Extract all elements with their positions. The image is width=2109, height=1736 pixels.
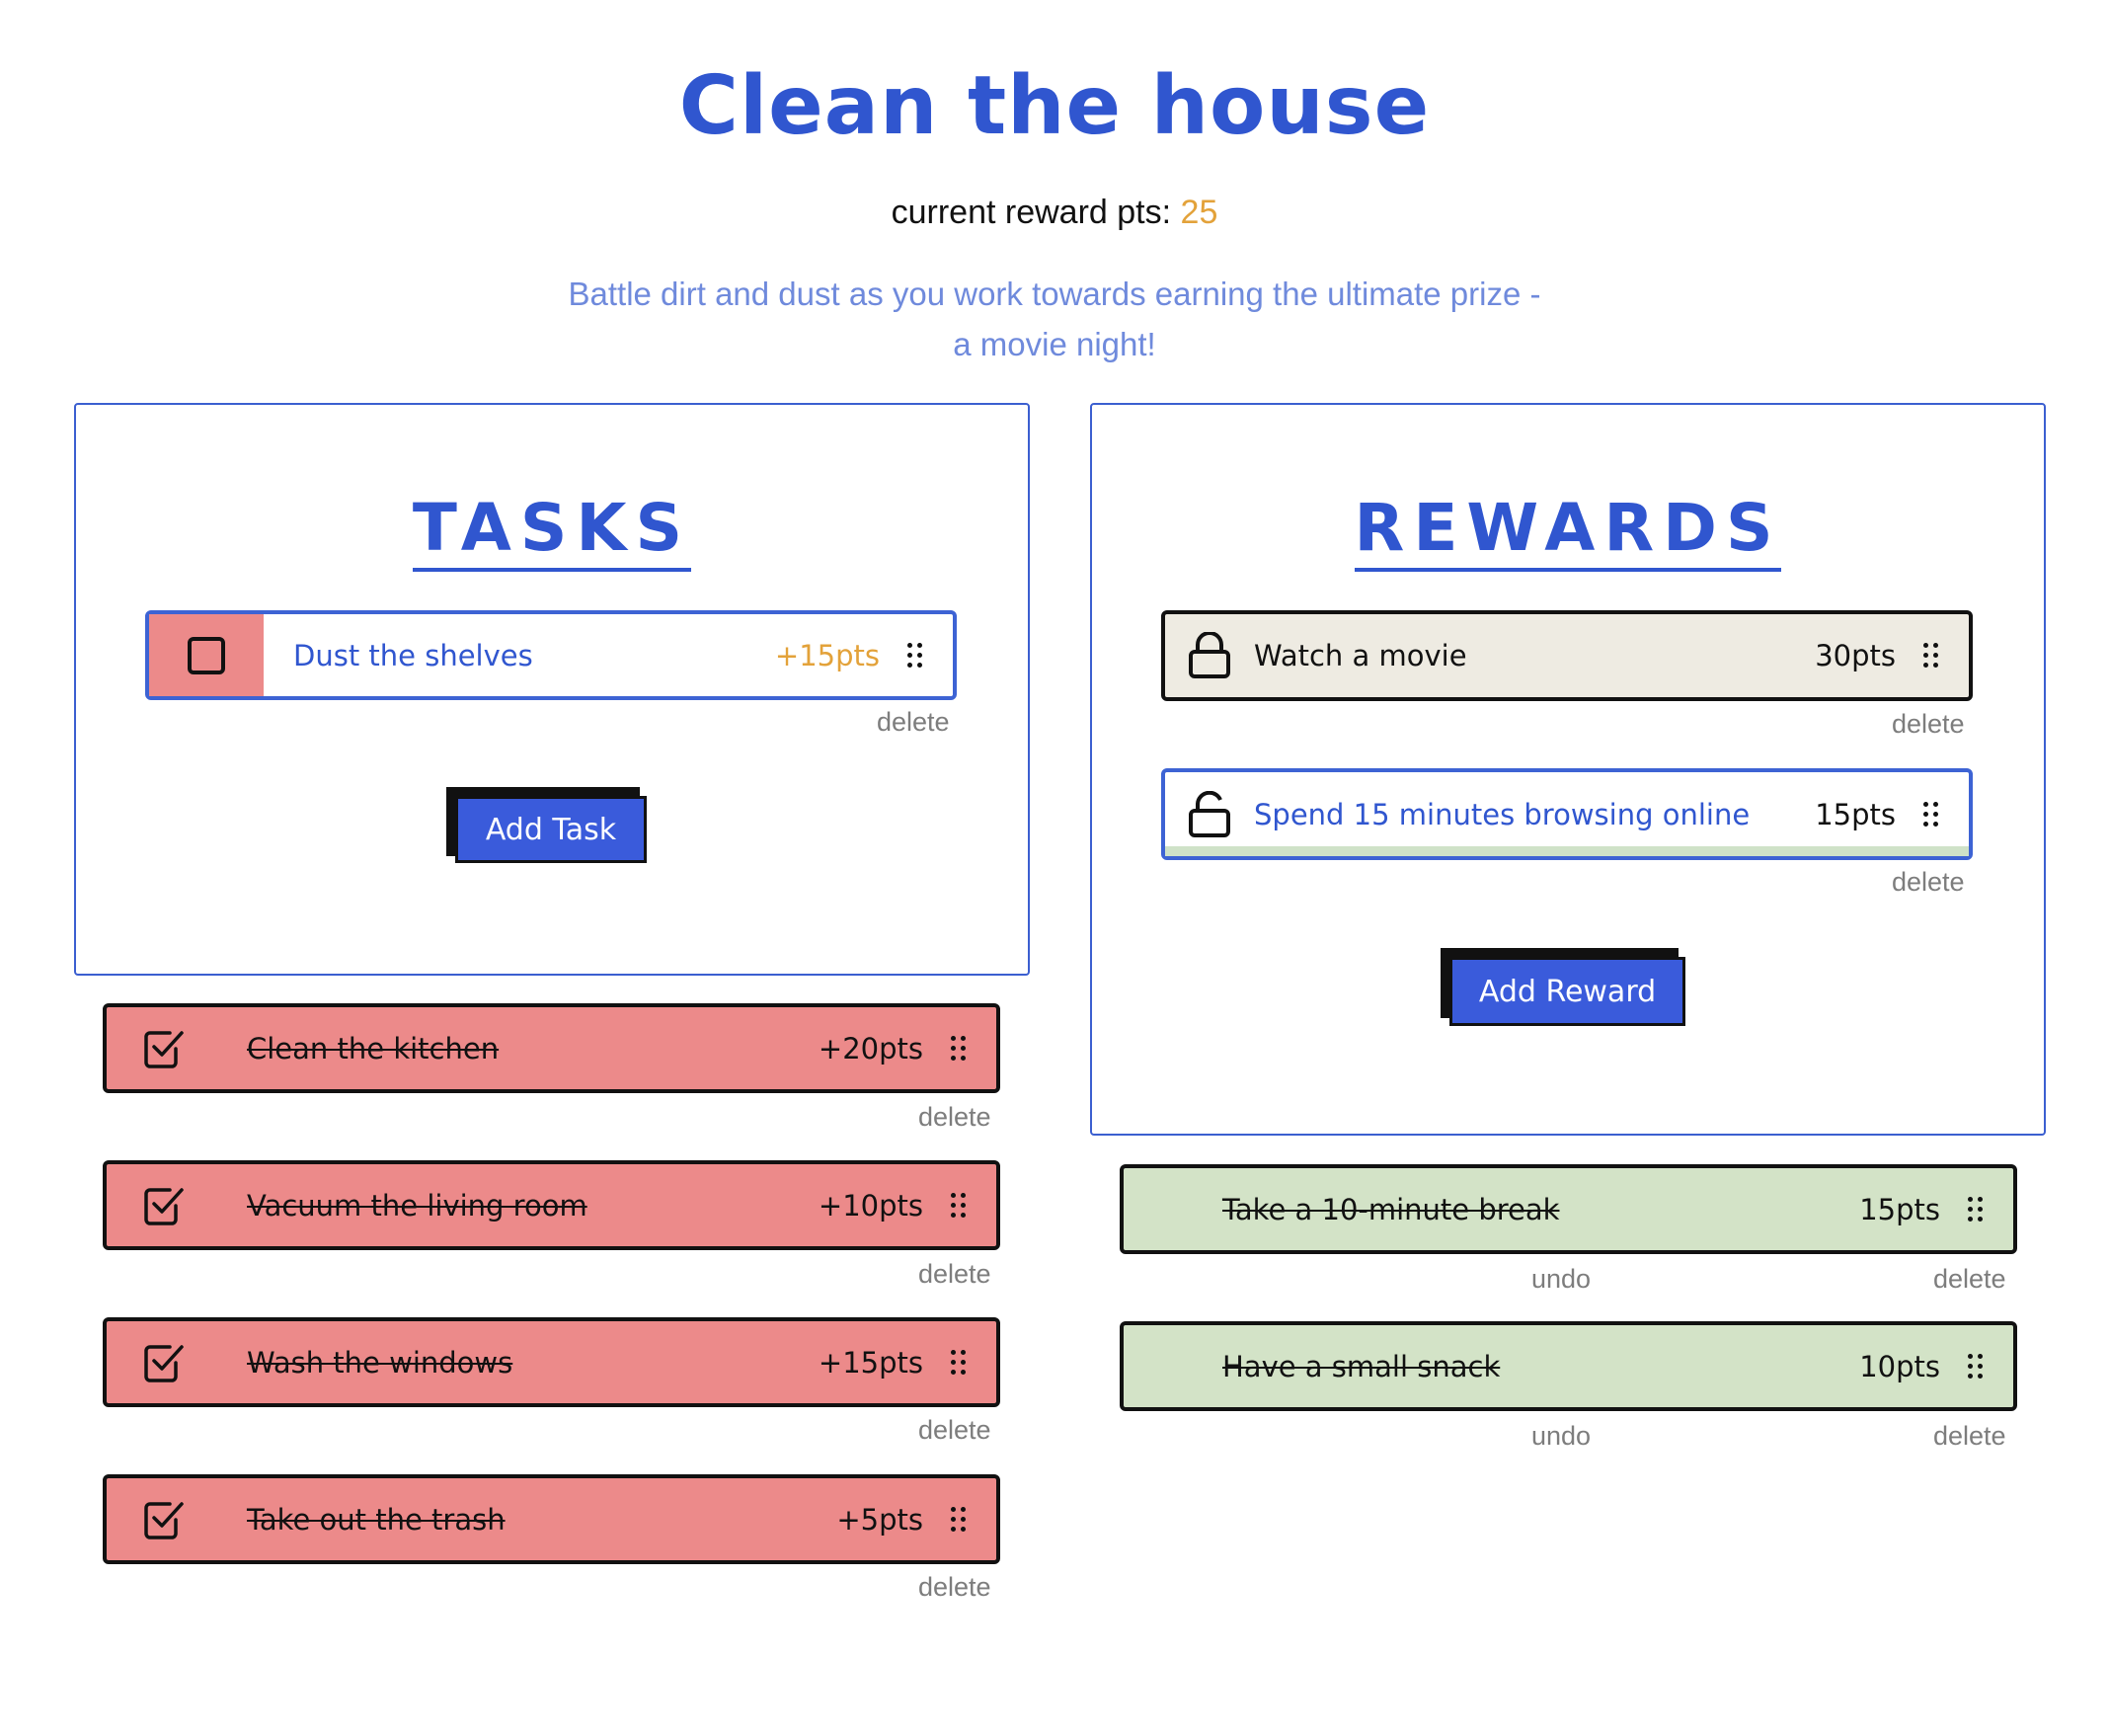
drag-handle-icon[interactable] bbox=[1968, 1196, 1986, 1223]
reward-points: 30pts bbox=[1815, 639, 1896, 672]
task-checkbox[interactable] bbox=[107, 1478, 221, 1560]
add-reward-button-wrapper: Add Reward bbox=[1441, 948, 1685, 1026]
task-points: +15pts bbox=[774, 638, 880, 672]
task-checkbox[interactable] bbox=[107, 1164, 221, 1246]
task-label: Take out the trash bbox=[247, 1502, 506, 1537]
reward-label: Watch a movie bbox=[1254, 639, 1467, 672]
task-item-active[interactable]: Dust the shelves +15pts bbox=[145, 610, 957, 700]
task-item-completed[interactable]: Wash the windows +15pts bbox=[103, 1317, 1000, 1407]
add-task-button-wrapper: Add Task bbox=[446, 787, 647, 864]
checkbox-checked-icon[interactable] bbox=[142, 1184, 186, 1227]
task-points: +5pts bbox=[836, 1502, 923, 1537]
reward-delete-link[interactable]: delete bbox=[1892, 709, 1965, 740]
task-delete-link[interactable]: delete bbox=[918, 1415, 991, 1446]
page-title: Clean the house bbox=[678, 59, 1431, 153]
add-task-button[interactable]: Add Task bbox=[455, 796, 647, 863]
reward-delete-link[interactable]: delete bbox=[1933, 1421, 2006, 1452]
task-label: Clean the kitchen bbox=[247, 1031, 500, 1065]
reward-delete-link[interactable]: delete bbox=[1933, 1264, 2006, 1295]
reward-points: 10pts bbox=[1859, 1349, 1940, 1383]
task-points: +20pts bbox=[818, 1031, 923, 1065]
task-checkbox[interactable] bbox=[149, 614, 264, 696]
reward-item-redeemed[interactable]: Take a 10-minute break 15pts bbox=[1120, 1164, 2017, 1254]
lock-closed-icon bbox=[1165, 632, 1254, 679]
drag-handle-icon[interactable] bbox=[951, 1192, 969, 1219]
task-label: Dust the shelves bbox=[293, 638, 533, 672]
task-item-completed[interactable]: Vacuum the living room +10pts bbox=[103, 1160, 1000, 1250]
points-summary: current reward pts: 25 bbox=[0, 194, 2109, 232]
reward-delete-link[interactable]: delete bbox=[1892, 867, 1965, 898]
add-reward-button[interactable]: Add Reward bbox=[1449, 957, 1685, 1026]
checkbox-checked-icon[interactable] bbox=[142, 1498, 186, 1541]
checkbox-empty-icon[interactable] bbox=[187, 636, 226, 675]
reward-item-redeemed[interactable]: Have a small snack 10pts bbox=[1120, 1321, 2017, 1411]
reward-item-unlocked[interactable]: Spend 15 minutes browsing online 15pts bbox=[1161, 768, 1973, 860]
page-description: Battle dirt and dust as you work towards… bbox=[568, 276, 1541, 362]
task-item-completed[interactable]: Clean the kitchen +20pts bbox=[103, 1003, 1000, 1093]
reward-label: Spend 15 minutes browsing online bbox=[1254, 797, 1751, 831]
task-delete-link[interactable]: delete bbox=[918, 1102, 991, 1133]
task-checkbox[interactable] bbox=[107, 1007, 221, 1089]
task-item-completed[interactable]: Take out the trash +5pts bbox=[103, 1474, 1000, 1564]
task-points: +10pts bbox=[818, 1188, 923, 1223]
rewards-heading: REWARDS bbox=[1092, 490, 2044, 572]
reward-item-locked[interactable]: Watch a movie 30pts bbox=[1161, 610, 1973, 701]
task-delete-link[interactable]: delete bbox=[918, 1572, 991, 1603]
reward-points: 15pts bbox=[1815, 797, 1896, 831]
reward-points: 15pts bbox=[1859, 1192, 1940, 1226]
lock-open-icon bbox=[1165, 790, 1254, 838]
reward-label: Have a small snack bbox=[1222, 1349, 1501, 1383]
task-delete-link[interactable]: delete bbox=[918, 1259, 991, 1290]
reward-progress-bar bbox=[1165, 846, 1969, 856]
drag-handle-icon[interactable] bbox=[951, 1506, 969, 1533]
drag-handle-icon[interactable] bbox=[907, 642, 925, 669]
tasks-heading: TASKS bbox=[76, 490, 1028, 572]
drag-handle-icon[interactable] bbox=[951, 1035, 969, 1062]
drag-handle-icon[interactable] bbox=[1923, 643, 1941, 669]
checkbox-checked-icon[interactable] bbox=[142, 1341, 186, 1384]
reward-undo-link[interactable]: undo bbox=[1531, 1264, 1591, 1295]
task-points: +15pts bbox=[818, 1345, 923, 1380]
points-label: current reward pts: bbox=[891, 194, 1172, 231]
task-delete-link[interactable]: delete bbox=[877, 707, 950, 738]
drag-handle-icon[interactable] bbox=[1923, 801, 1941, 828]
task-label: Wash the windows bbox=[247, 1345, 513, 1380]
drag-handle-icon[interactable] bbox=[1968, 1353, 1986, 1380]
task-label: Vacuum the living room bbox=[247, 1188, 587, 1223]
points-value: 25 bbox=[1180, 194, 1218, 231]
reward-label: Take a 10-minute break bbox=[1222, 1192, 1560, 1226]
reward-undo-link[interactable]: undo bbox=[1531, 1421, 1591, 1452]
task-checkbox[interactable] bbox=[107, 1321, 221, 1403]
drag-handle-icon[interactable] bbox=[951, 1349, 969, 1376]
checkbox-checked-icon[interactable] bbox=[142, 1027, 186, 1070]
